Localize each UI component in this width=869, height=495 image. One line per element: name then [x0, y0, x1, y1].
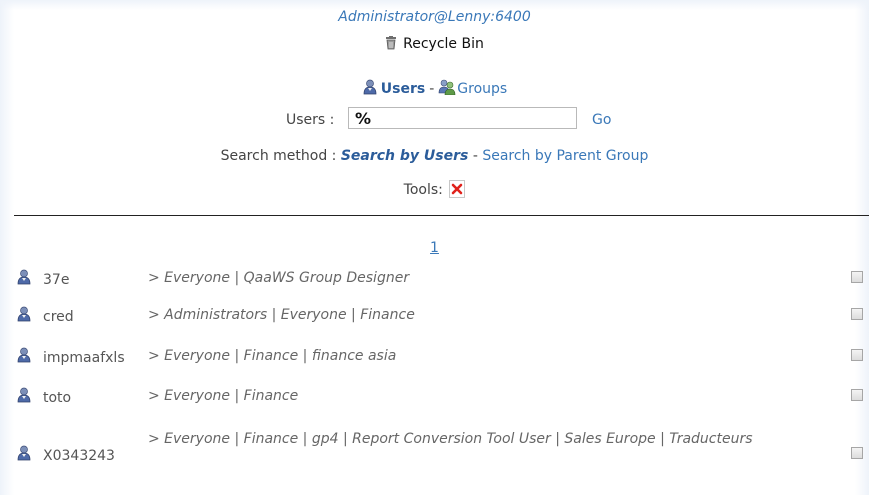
users-search-row: Users : Go: [0, 106, 869, 132]
tools-label: Tools:: [403, 182, 443, 198]
users-search-label: Users :: [286, 112, 335, 128]
user-icon: [16, 387, 32, 407]
pagination: 1: [0, 240, 869, 256]
user-select-checkbox[interactable]: [851, 389, 863, 401]
go-button[interactable]: Go: [592, 112, 611, 128]
users-search-input[interactable]: [348, 107, 577, 129]
delete-x-icon[interactable]: [449, 180, 466, 198]
list-item: X0343243 > Everyone | Finance | gp4 | Re…: [0, 424, 869, 484]
user-icon: [362, 79, 378, 95]
search-method-row: Search method : Search by Users - Search…: [0, 148, 869, 164]
tools-row: Tools:: [0, 180, 869, 198]
user-select-checkbox[interactable]: [851, 308, 863, 320]
groups-tab[interactable]: Groups: [457, 81, 507, 97]
group-icon: [438, 79, 456, 96]
page-1-link[interactable]: 1: [430, 240, 439, 256]
users-groups-nav: Users - Groups: [0, 79, 869, 97]
recycle-bin-icon: [385, 36, 397, 50]
user-groups: > Administrators | Everyone | Finance: [148, 307, 415, 323]
user-icon: [16, 306, 32, 326]
user-select-checkbox[interactable]: [851, 271, 863, 283]
list-item: toto > Everyone | Finance: [0, 386, 869, 424]
administrator-link[interactable]: Administrator@Lenny:6400: [0, 9, 869, 25]
recycle-bin-link[interactable]: Recycle Bin: [0, 36, 869, 52]
user-name[interactable]: toto: [43, 390, 71, 406]
users-list: 37e > Everyone | QaaWS Group Designer cr…: [0, 268, 869, 484]
section-divider: [14, 215, 869, 216]
recycle-bin-label: Recycle Bin: [403, 36, 484, 52]
user-icon: [16, 347, 32, 367]
user-name[interactable]: X0343243: [43, 448, 115, 464]
list-item: 37e > Everyone | QaaWS Group Designer: [0, 268, 869, 304]
user-select-checkbox[interactable]: [851, 349, 863, 361]
user-select-checkbox[interactable]: [851, 447, 863, 459]
list-item: cred > Administrators | Everyone | Finan…: [0, 304, 869, 346]
user-groups: > Everyone | QaaWS Group Designer: [148, 270, 410, 286]
user-icon: [16, 269, 32, 289]
method-separator: -: [472, 148, 478, 164]
nav-separator: -: [429, 81, 435, 97]
user-groups: > Everyone | Finance: [148, 388, 299, 404]
user-icon: [16, 445, 32, 465]
search-by-parent-group-link[interactable]: Search by Parent Group: [482, 148, 648, 164]
user-groups: > Everyone | Finance | finance asia: [148, 348, 397, 364]
search-method-label: Search method :: [220, 148, 337, 164]
list-item: impmaafxls > Everyone | Finance | financ…: [0, 346, 869, 386]
user-name[interactable]: impmaafxls: [43, 350, 125, 366]
users-tab[interactable]: Users: [381, 81, 425, 97]
user-groups: > Everyone | Finance | gp4 | Report Conv…: [148, 431, 753, 447]
user-name[interactable]: cred: [43, 309, 74, 325]
search-by-users-link[interactable]: Search by Users: [341, 148, 469, 164]
user-name[interactable]: 37e: [43, 272, 69, 288]
